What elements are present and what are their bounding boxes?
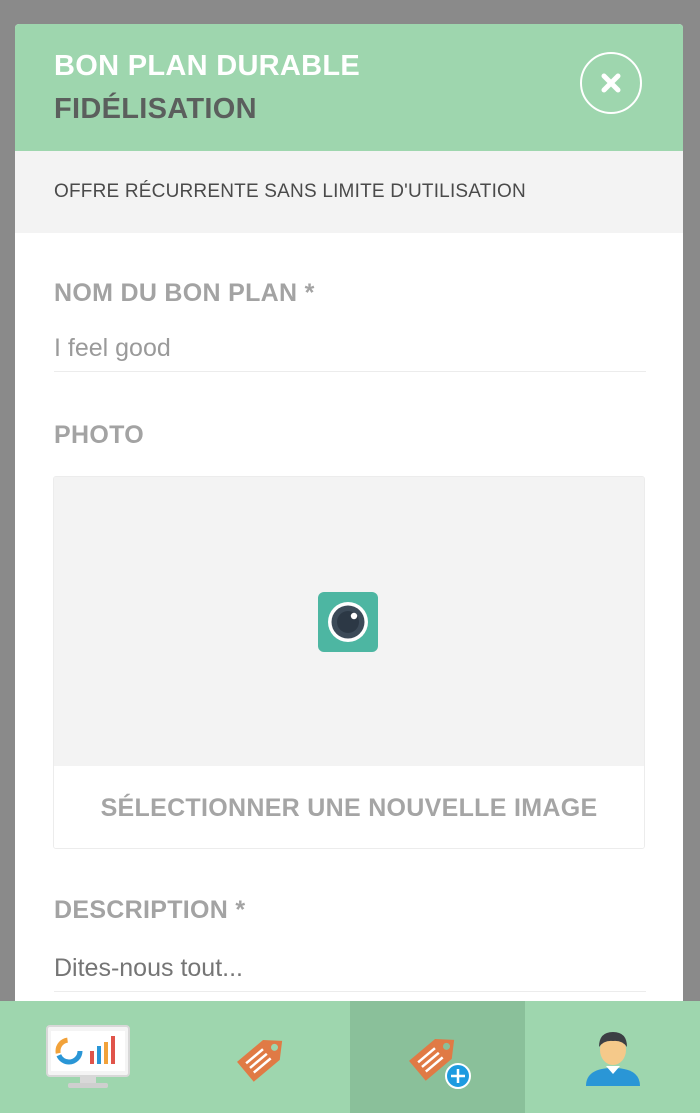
offer-type-text: OFFRE RÉCURRENTE SANS LIMITE D'UTILISATI… bbox=[54, 181, 526, 202]
modal-subtitle: FIDÉLISATION bbox=[54, 93, 257, 125]
modal-dialog: BON PLAN DURABLE FIDÉLISATION OFFRE RÉCU… bbox=[15, 24, 683, 1113]
camera-icon bbox=[318, 592, 378, 652]
photo-preview[interactable] bbox=[54, 477, 644, 766]
tab-dashboard[interactable] bbox=[0, 1001, 175, 1113]
select-image-button[interactable]: SÉLECTIONNER UNE NOUVELLE IMAGE bbox=[54, 766, 644, 848]
offer-type-bar: OFFRE RÉCURRENTE SANS LIMITE D'UTILISATI… bbox=[15, 151, 683, 233]
close-icon bbox=[601, 73, 621, 93]
description-input[interactable] bbox=[54, 946, 646, 992]
add-tag-icon bbox=[408, 1038, 471, 1089]
tab-profile[interactable] bbox=[525, 1001, 700, 1113]
name-label: NOM DU BON PLAN * bbox=[54, 279, 315, 307]
tab-offers[interactable] bbox=[175, 1001, 350, 1113]
price-tag-icon bbox=[236, 1039, 282, 1082]
photo-uploader: SÉLECTIONNER UNE NOUVELLE IMAGE bbox=[53, 476, 645, 849]
modal-header: BON PLAN DURABLE FIDÉLISATION bbox=[15, 24, 683, 151]
description-label: DESCRIPTION * bbox=[54, 896, 246, 924]
user-profile-icon bbox=[585, 1032, 640, 1086]
close-button[interactable] bbox=[580, 52, 642, 114]
bottom-tab-bar bbox=[0, 1001, 700, 1113]
name-input[interactable] bbox=[54, 326, 646, 372]
tab-add-offer[interactable] bbox=[350, 1001, 525, 1113]
modal-title: BON PLAN DURABLE bbox=[54, 50, 361, 82]
dashboard-monitor-icon bbox=[45, 1025, 130, 1088]
photo-label: PHOTO bbox=[54, 421, 144, 449]
